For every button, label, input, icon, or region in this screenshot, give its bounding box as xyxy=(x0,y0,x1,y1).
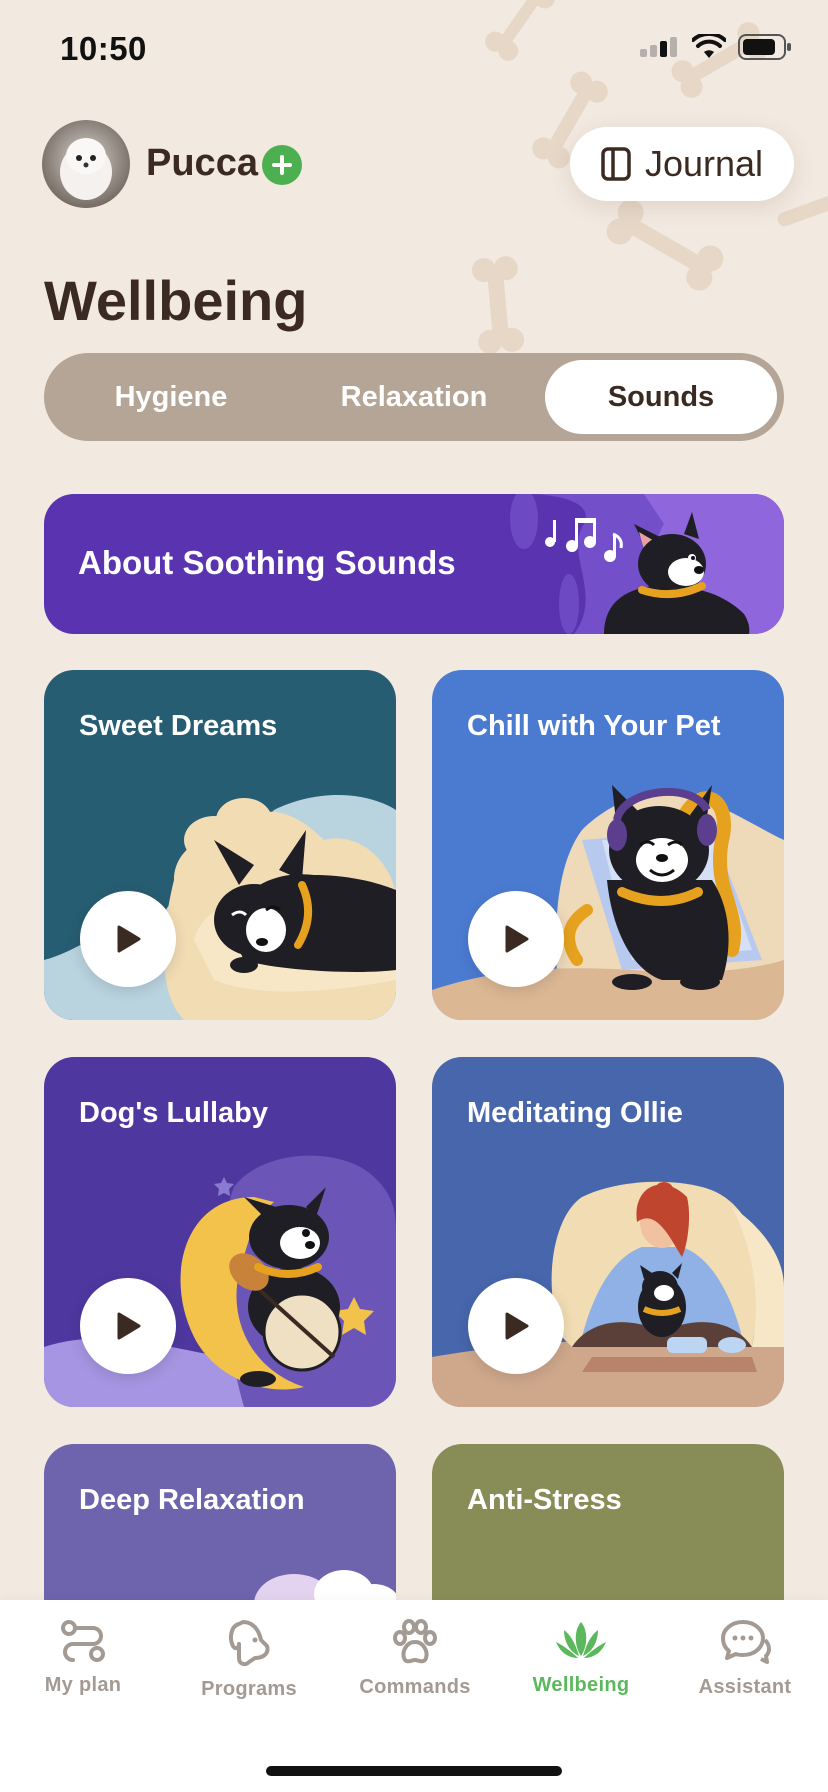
banner-title: About Soothing Sounds xyxy=(78,544,456,581)
tab-programs[interactable]: Programs xyxy=(166,1618,332,1701)
pet-name[interactable]: Pucca xyxy=(146,142,258,185)
play-icon xyxy=(117,1312,141,1340)
battery-icon xyxy=(738,34,791,60)
wifi-icon xyxy=(692,34,726,58)
card-title: Meditating Ollie xyxy=(467,1097,683,1129)
sound-card-dogs-lullaby[interactable]: Dog's Lullaby xyxy=(44,1057,396,1407)
dog-head-icon xyxy=(229,1620,270,1667)
card-title: Anti-Stress xyxy=(467,1484,622,1516)
tab-my-plan[interactable]: My plan xyxy=(0,1618,166,1697)
play-icon xyxy=(117,925,141,953)
page-title: Wellbeing xyxy=(44,269,308,332)
journal-label: Journal xyxy=(644,143,764,184)
tab-label: Assistant xyxy=(698,1676,792,1698)
card-title: Deep Relaxation xyxy=(79,1484,305,1516)
tab-wellbeing[interactable]: Wellbeing xyxy=(498,1618,664,1697)
about-sounds-banner[interactable]: About Soothing Sounds xyxy=(44,494,784,634)
pet-photo xyxy=(42,120,130,208)
card-title: Sweet Dreams xyxy=(79,710,278,742)
segment-hygiene[interactable]: Hygiene xyxy=(51,360,291,434)
segment-relaxation[interactable]: Relaxation xyxy=(294,360,534,434)
tab-commands[interactable]: Commands xyxy=(332,1618,498,1699)
tab-assistant[interactable]: Assistant xyxy=(662,1618,828,1699)
lotus-icon xyxy=(556,1622,606,1658)
play-button[interactable] xyxy=(468,891,564,987)
play-button[interactable] xyxy=(468,1278,564,1374)
category-segmented-control: Hygiene Relaxation Sounds xyxy=(44,353,784,441)
status-bar-icons xyxy=(640,34,792,60)
segment-sounds[interactable]: Sounds xyxy=(545,360,777,434)
card-title: Chill with Your Pet xyxy=(467,710,721,742)
plus-icon xyxy=(272,155,292,175)
pet-avatar[interactable] xyxy=(42,120,130,208)
play-icon xyxy=(505,1312,529,1340)
play-icon xyxy=(505,925,529,953)
play-button[interactable] xyxy=(80,1278,176,1374)
status-bar-time: 10:50 xyxy=(60,30,147,67)
tab-label: Programs xyxy=(201,1678,297,1700)
bottom-tab-bar: My plan Programs Commands Wellbeing Assi… xyxy=(0,1600,828,1792)
paw-icon xyxy=(393,1619,437,1664)
add-pet-button[interactable] xyxy=(262,145,302,185)
route-icon xyxy=(61,1620,105,1662)
chat-bubbles-icon xyxy=(721,1620,771,1664)
home-indicator xyxy=(266,1766,562,1776)
sound-card-chill-with-your-pet[interactable]: Chill with Your Pet xyxy=(432,670,784,1020)
cellular-signal-icon xyxy=(640,37,677,57)
card-title: Dog's Lullaby xyxy=(79,1097,268,1129)
tab-label: My plan xyxy=(44,1674,122,1696)
journal-book-icon xyxy=(601,147,631,181)
sound-card-meditating-ollie[interactable]: Meditating Ollie xyxy=(432,1057,784,1407)
sound-card-sweet-dreams[interactable]: Sweet Dreams xyxy=(44,670,396,1020)
play-button[interactable] xyxy=(80,891,176,987)
tab-label: Wellbeing xyxy=(532,1674,630,1696)
tab-label: Commands xyxy=(359,1676,471,1698)
journal-button[interactable]: Journal xyxy=(570,127,794,201)
